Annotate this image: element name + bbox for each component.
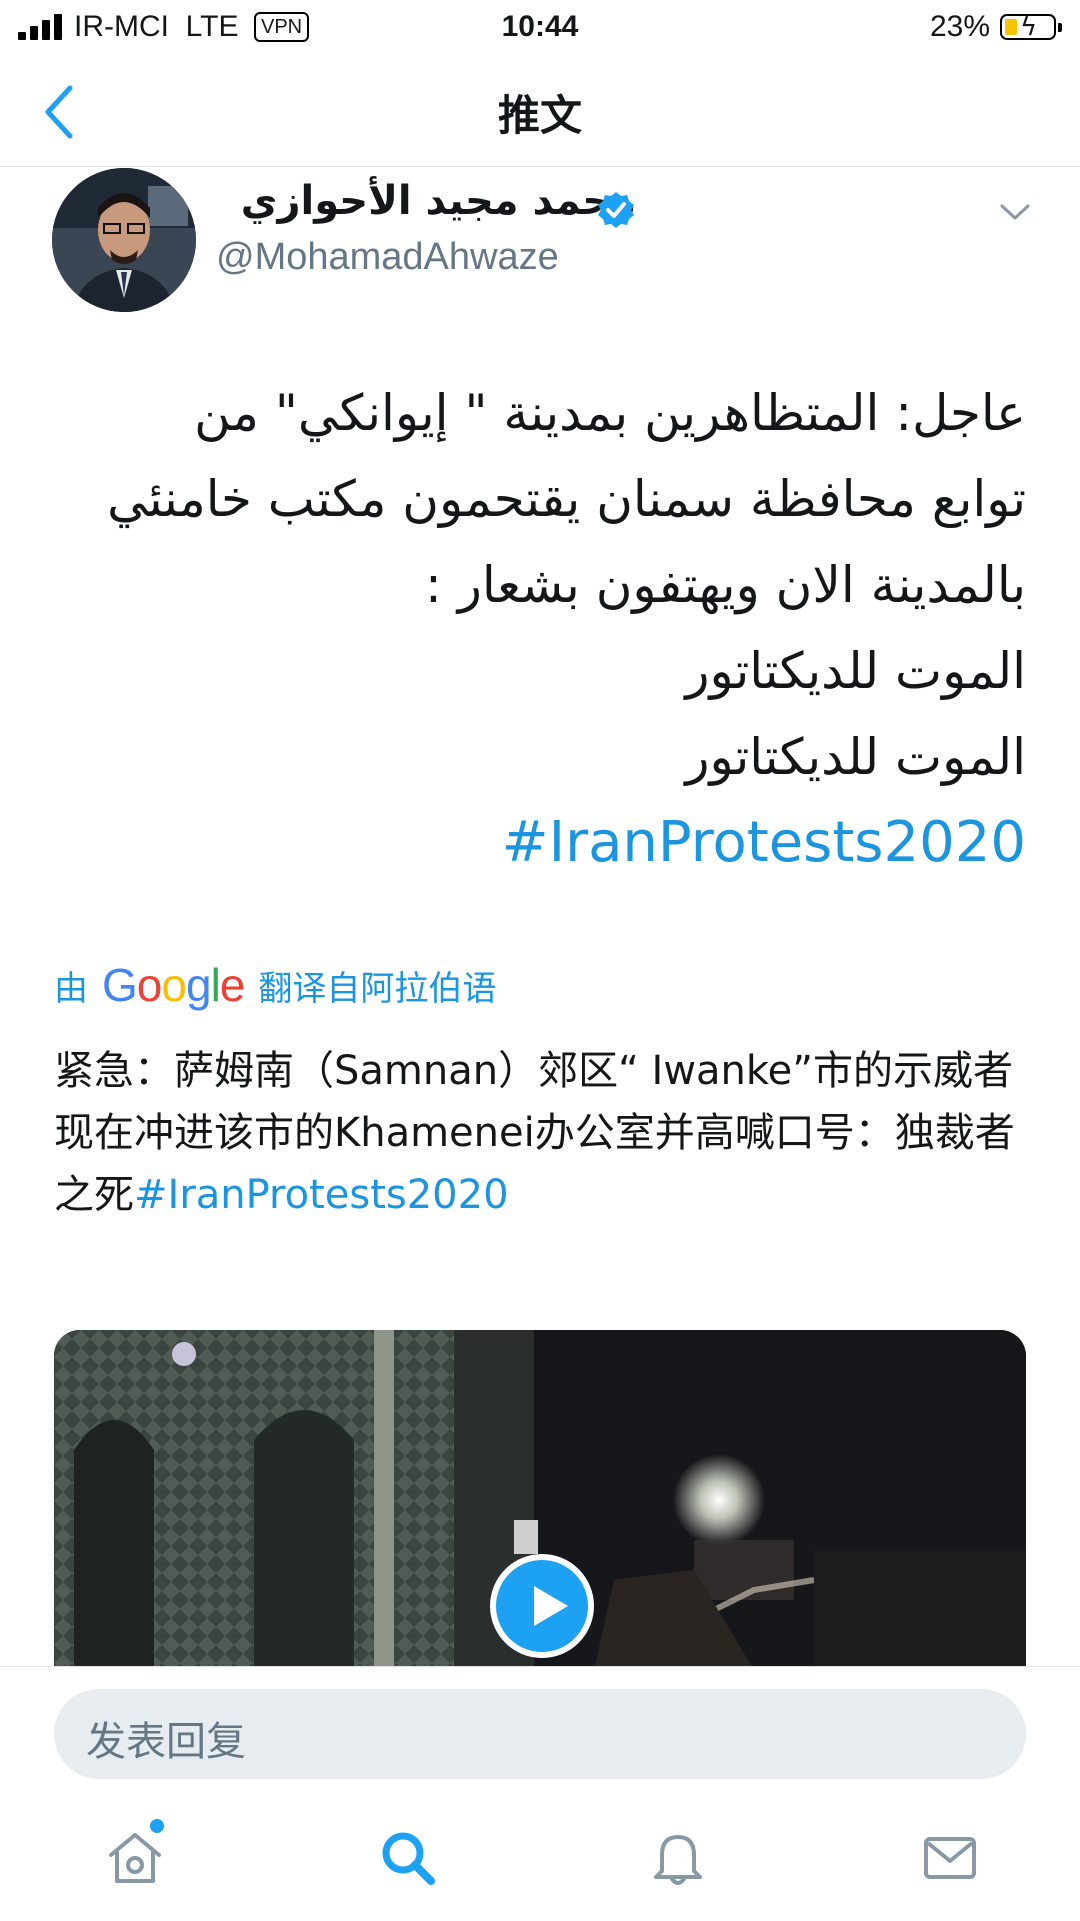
tweet-text-line: الموت للديكتاتور: [685, 728, 1026, 786]
reply-placeholder: 发表回复: [86, 1719, 246, 1765]
home-icon[interactable]: [105, 1827, 165, 1887]
play-button-icon[interactable]: [490, 1554, 594, 1658]
translation-by-prefix: 由: [54, 968, 88, 1009]
search-icon[interactable]: [377, 1827, 437, 1887]
video-thumbnail[interactable]: [54, 1330, 1026, 1670]
reply-input[interactable]: 发表回复: [54, 1689, 1026, 1779]
author-handle[interactable]: @MohamadAhwaze: [216, 236, 559, 279]
messages-icon[interactable]: [920, 1827, 980, 1887]
translated-hashtag-link[interactable]: #IranProtests2020: [134, 1172, 509, 1218]
hashtag-link[interactable]: #IranProtests2020: [54, 800, 1026, 886]
tweet-text-line: بالمدينة الان ويهتفون بشعار :: [425, 556, 1026, 614]
status-bar: IR-MCI LTE VPN 10:44 23% ϟ: [0, 0, 1080, 56]
tweet-text-line: عاجل: المتظاهرين بمدينة " إيوانكي" من: [194, 384, 1026, 442]
author-name[interactable]: محمد مجيد الأحوازي: [216, 178, 636, 224]
nav-bar: 推文: [0, 56, 1080, 167]
chevron-down-icon[interactable]: [998, 200, 1032, 224]
notifications-icon[interactable]: [648, 1827, 708, 1887]
status-time: 10:44: [501, 10, 579, 43]
tweet-text-line: الموت للديكتاتور: [685, 642, 1026, 700]
translation-source-language: 翻译自阿拉伯语: [258, 968, 497, 1009]
bottom-bar: 发表回复: [0, 1666, 1080, 1921]
home-notification-dot: [150, 1819, 164, 1833]
verified-badge-icon: [598, 192, 634, 228]
translation-attribution[interactable]: 由 Google 翻译自阿拉伯语: [54, 959, 497, 1011]
translated-text: 紧急：萨姆南（Samnan）郊区“ Iwanke”市的示威者现在冲进该市的Kha…: [54, 1040, 1026, 1226]
page-title: 推文: [497, 91, 582, 140]
tweet-text-line: توابع محافظة سمنان يقتحمون مكتب خامنئي: [107, 470, 1026, 528]
tweet-text: عاجل: المتظاهرين بمدينة " إيوانكي" من تو…: [54, 370, 1026, 886]
battery-percent: 23%: [929, 10, 990, 43]
avatar[interactable]: [52, 168, 196, 312]
battery-icon: ϟ: [1000, 12, 1062, 42]
google-logo: Google: [102, 959, 245, 1011]
